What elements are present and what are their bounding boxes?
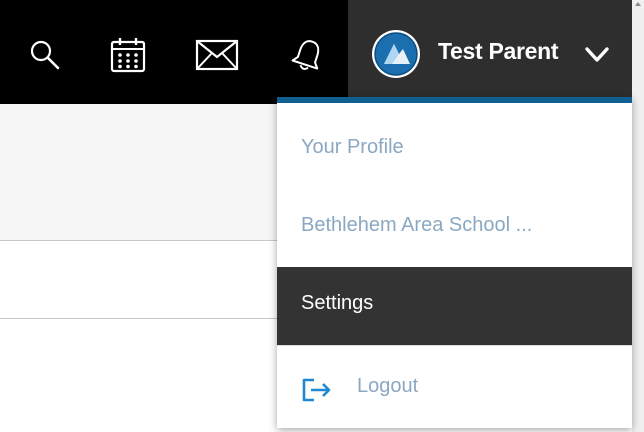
logout-icon xyxy=(302,378,331,402)
menu-item-settings[interactable]: Settings xyxy=(277,267,632,345)
menu-item-label: Bethlehem Area School ... xyxy=(301,214,533,236)
menu-item-school[interactable]: Bethlehem Area School ... xyxy=(277,189,632,267)
search-icon[interactable] xyxy=(23,33,67,77)
user-dropdown-menu: Your Profile Bethlehem Area School ... S… xyxy=(277,97,632,428)
bell-icon[interactable] xyxy=(286,33,330,77)
avatar-logo-icon xyxy=(374,32,418,76)
menu-item-label: Your Profile xyxy=(301,136,404,158)
menu-item-label: Settings xyxy=(301,292,374,314)
menu-item-your-profile[interactable]: Your Profile xyxy=(277,111,632,189)
mail-icon[interactable] xyxy=(195,33,239,77)
avatar xyxy=(372,30,420,78)
scroll-up-arrow-icon[interactable] xyxy=(634,0,642,8)
chevron-down-icon[interactable] xyxy=(584,44,610,66)
menu-item-logout[interactable]: Logout xyxy=(277,350,632,428)
user-menu-toggle[interactable]: Test Parent xyxy=(348,0,632,104)
content-divider xyxy=(0,240,280,241)
calendar-icon[interactable] xyxy=(106,33,150,77)
scrollbar[interactable] xyxy=(632,0,644,432)
user-name: Test Parent xyxy=(438,38,559,64)
menu-divider xyxy=(277,345,632,346)
content-divider xyxy=(0,318,280,319)
menu-item-label: Logout xyxy=(357,375,419,397)
top-navigation-bar: Test Parent xyxy=(0,0,644,104)
